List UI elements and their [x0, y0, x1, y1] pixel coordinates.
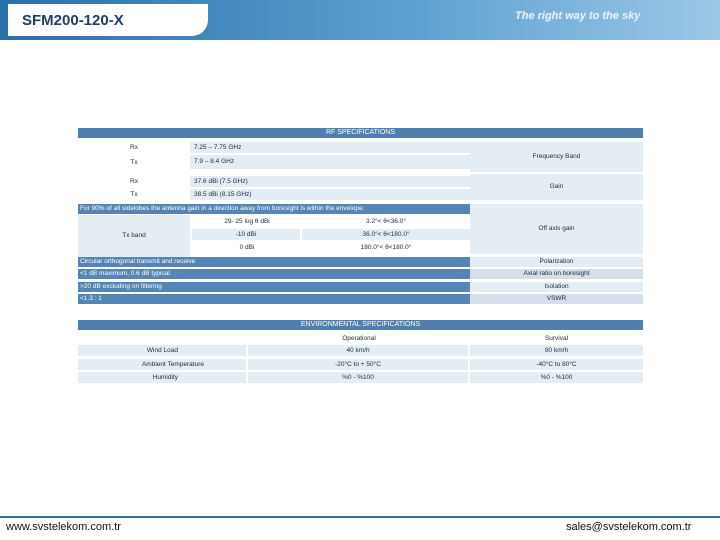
axial-ratio-value: <1 dB maximum, 0.6 dB typical [78, 269, 470, 279]
rx-gain-value: 37.6 dBi (7.5 GHz) [190, 176, 470, 187]
env-col-survival: Survival [544, 335, 569, 342]
isolation-value: >20 dB excluding on filtering [78, 282, 470, 292]
env-row-survival: -40°C to 80°C [470, 359, 643, 370]
tx-gain-label: Tx [130, 191, 138, 198]
page-title: SFM200-120-X [22, 12, 124, 29]
env-row-label: Ambient Temperature [78, 359, 246, 370]
envelope-r2-c1: -10 dBi [192, 229, 300, 240]
env-row-label: Humidity [78, 372, 246, 383]
envelope-r1-c1: 29- 25 log θ dBi [224, 218, 270, 225]
env-row-operational: 40 km/h [248, 345, 468, 356]
env-row-operational: -20°C to + 50°C [248, 359, 468, 370]
slogan: The right way to the sky [515, 10, 641, 22]
email-link[interactable]: sales@svstelekom.com.tr [566, 521, 691, 533]
envelope-r3-c1: 0 dBi [239, 244, 255, 251]
vswr-value: <1.3 : 1 [78, 294, 470, 304]
rf-heading: RF SPECIFICATIONS [78, 128, 643, 138]
env-col-operational: Operational [342, 335, 376, 342]
env-row-survival: 80 km/h [470, 345, 643, 356]
website-link[interactable]: www.svstelekom.com.tr [6, 521, 121, 533]
polarization-label: Polarization [470, 257, 643, 267]
polarization-value: Circular orthogonal transmit and receive [78, 257, 470, 267]
rx-freq-value: 7.25 – 7.75 GHz [190, 142, 470, 153]
sidelobe-note: For 90% of all sidelobes the antenna gai… [78, 204, 470, 214]
rx-freq-label: Rx [130, 144, 138, 151]
gain-label: Gain [470, 174, 643, 200]
tx-band-label: Tx band [78, 215, 190, 257]
env-heading: ENVIRONMENTAL SPECIFICATIONS [78, 320, 643, 330]
env-row-survival: %0 - %100 [470, 372, 643, 383]
tx-gain-value: 38.5 dBi (8.15 GHz) [190, 189, 470, 200]
envelope-r2-c2: 36.0°< θ<180.0° [302, 229, 470, 240]
tx-freq-label: Tx [130, 159, 138, 166]
envelope-r3-c2: 180.0°< θ<180.0° [360, 244, 412, 251]
off-axis-gain-label: Off axis gain [470, 204, 643, 254]
footer-divider [0, 516, 720, 518]
env-row-label: Wind Load [78, 345, 246, 356]
rx-gain-label: Rx [130, 178, 138, 185]
envelope-r1-c2: 3.2°< θ<36.0° [366, 218, 406, 225]
env-row-operational: %0 - %100 [248, 372, 468, 383]
axial-ratio-label: Axial ratio on boresight [470, 269, 643, 279]
vswr-label: VSWR [470, 294, 643, 304]
tx-freq-value: 7.9 – 8.4 GHz [190, 155, 470, 169]
isolation-label: Isolation [470, 282, 643, 292]
frequency-band-label: Frequency Band [470, 142, 643, 172]
